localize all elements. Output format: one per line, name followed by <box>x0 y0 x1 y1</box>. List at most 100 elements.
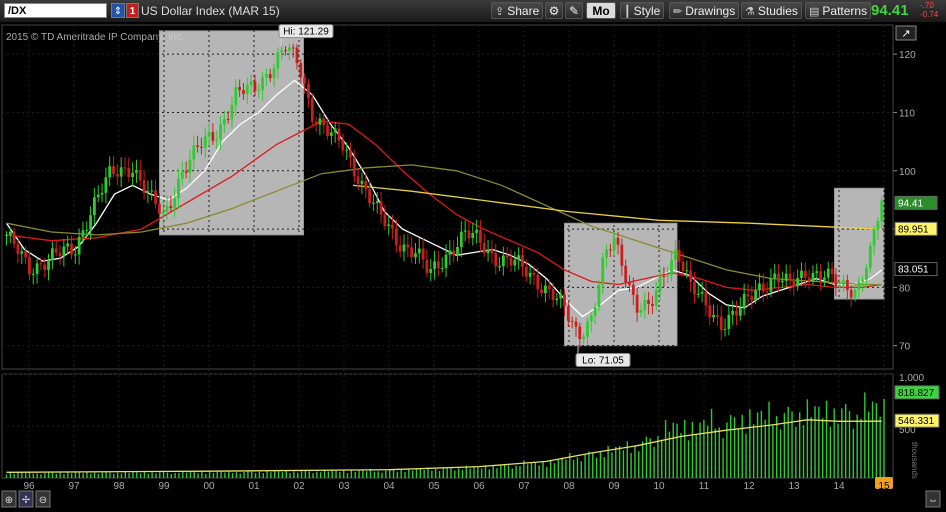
candle-body <box>410 247 414 258</box>
low-annotation: Lo: 71.05 <box>582 356 624 367</box>
price-label: 83.051 <box>898 265 929 276</box>
candle-body <box>700 291 704 294</box>
link-badge[interactable]: 1 <box>126 3 139 18</box>
candle-body <box>203 136 207 148</box>
candle-body <box>303 77 307 84</box>
candle-body <box>150 190 154 192</box>
candle-body <box>628 282 631 285</box>
candle-body <box>681 261 685 271</box>
settings-button[interactable]: ⚙ <box>545 2 563 19</box>
flask-icon: ⚗ <box>745 6 755 18</box>
candle-body <box>792 280 796 287</box>
candle-body <box>368 189 371 204</box>
candle-body <box>528 272 532 277</box>
candle-body <box>314 121 318 125</box>
trend-icon: ↗ <box>901 28 910 40</box>
candle-body <box>765 291 769 293</box>
candle-body <box>249 81 253 85</box>
gear-icon: ⚙ <box>548 4 560 18</box>
candle-body <box>830 268 834 275</box>
candle-body <box>398 245 402 252</box>
candle-body <box>391 224 394 229</box>
candle-body <box>643 299 647 311</box>
candle-body <box>696 293 700 295</box>
price-chart[interactable]: 2015 © TD Ameritrade IP Company, Inc. Hi… <box>0 22 946 512</box>
candle-body <box>131 172 135 177</box>
candle-body <box>578 326 582 339</box>
tools-button[interactable]: ✎ <box>565 2 583 19</box>
candlestick-icon: ┃ <box>624 6 631 18</box>
candle-body <box>264 74 268 78</box>
candle-body <box>761 283 765 292</box>
candle-body <box>731 311 735 315</box>
candle-body <box>207 132 211 137</box>
candle-body <box>861 279 865 282</box>
candle-body <box>853 289 857 298</box>
candle-body <box>501 255 505 267</box>
candle-body <box>651 303 654 306</box>
candle-body <box>666 275 670 277</box>
symbol-dropdown-icon[interactable]: ⇕ <box>111 3 125 18</box>
candle-body <box>746 294 750 297</box>
high-annotation: Hi: 121.29 <box>283 27 329 38</box>
candle-body <box>662 275 666 277</box>
candle-body <box>234 86 238 105</box>
share-button[interactable]: ⇪ Share <box>491 2 544 19</box>
candle-body <box>532 272 536 275</box>
candle-body <box>677 249 681 262</box>
candle-body <box>310 98 314 122</box>
candle-body <box>322 118 326 126</box>
candle-body <box>230 104 234 120</box>
candle-body <box>268 74 272 79</box>
candle-body <box>800 270 803 278</box>
candle-body <box>704 291 708 306</box>
wrench-icon: ✎ <box>568 4 580 18</box>
drawings-button[interactable]: ✏ Drawings <box>669 2 740 19</box>
candle-body <box>566 306 570 321</box>
symbol-input[interactable]: /DX <box>4 3 107 18</box>
candle-body <box>58 252 62 257</box>
period-button[interactable]: Mo <box>586 2 616 19</box>
candle-body <box>50 248 54 261</box>
candle-body <box>211 132 215 141</box>
x-tick-label: 03 <box>338 481 350 492</box>
candle-body <box>47 260 50 271</box>
style-button[interactable]: ┃ Style <box>620 2 665 19</box>
candle-body <box>624 265 628 283</box>
candle-body <box>337 128 341 141</box>
candle-body <box>444 254 448 268</box>
candle-body <box>291 47 295 49</box>
candle-body <box>582 336 586 339</box>
candle-body <box>215 139 219 141</box>
candle-body <box>563 294 566 307</box>
candle-body <box>62 246 66 257</box>
candle-body <box>272 68 276 79</box>
candle-body <box>540 289 543 294</box>
candle-body <box>138 170 142 181</box>
candle-body <box>490 249 494 254</box>
candle-body <box>589 315 593 322</box>
x-tick-label: 06 <box>473 481 485 492</box>
candle-body <box>284 50 287 52</box>
studies-button[interactable]: ⚗ Studies <box>741 2 802 19</box>
pencil-icon: ✏ <box>673 6 683 18</box>
share-label: Share <box>507 4 540 18</box>
candle-body <box>245 84 249 95</box>
candle-body <box>24 251 28 258</box>
candle-body <box>586 321 589 337</box>
candle-body <box>834 274 838 287</box>
x-tick-label: 98 <box>113 481 125 492</box>
candle-body <box>880 200 884 222</box>
candle-body <box>157 203 161 214</box>
candle-body <box>513 259 517 266</box>
candle-body <box>868 245 872 269</box>
patterns-button[interactable]: ▤ Patterns <box>805 2 872 19</box>
candle-body <box>872 229 876 246</box>
candle-body <box>238 86 242 91</box>
candle-body <box>475 229 479 233</box>
volume-unit-label: thousands <box>910 442 919 479</box>
candle-body <box>261 77 264 91</box>
candle-body <box>574 321 578 327</box>
candle-body <box>486 249 490 254</box>
candle-body <box>742 294 746 308</box>
